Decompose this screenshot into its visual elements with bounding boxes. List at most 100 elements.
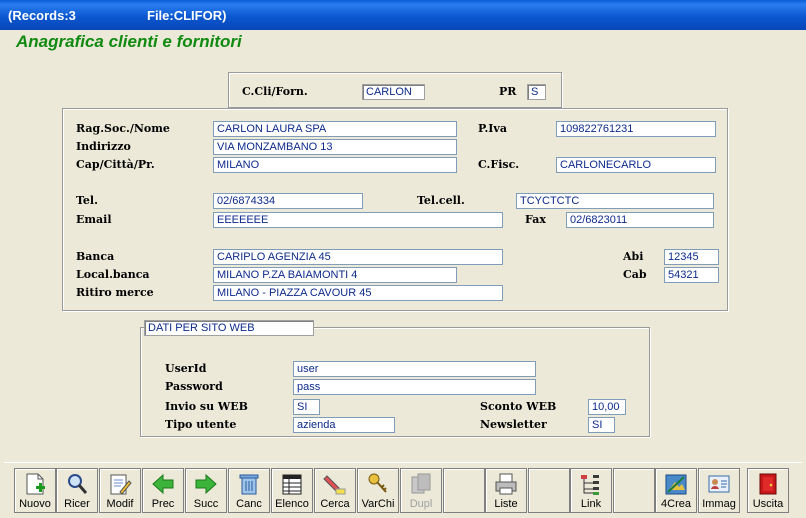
form-area: Anagrafica clienti e fornitori C.Cli/For…	[4, 30, 802, 462]
immag-button[interactable]: Immag	[698, 468, 740, 513]
immag-label: Immag	[702, 498, 736, 510]
arrow-left-icon	[152, 473, 174, 495]
uscita-label: Uscita	[752, 498, 784, 510]
cab-label: Cab	[623, 268, 647, 281]
file-name: File:CLIFOR)	[147, 8, 227, 23]
pr-field[interactable]: S	[527, 84, 546, 100]
invio-field[interactable]: SI	[293, 399, 320, 415]
modif-label: Modif	[106, 498, 134, 510]
highlighter-icon	[323, 475, 346, 495]
userid-label: UserId	[165, 362, 207, 375]
duplicate-icon	[411, 473, 431, 494]
telcell-field[interactable]: TCYCTCTC	[516, 193, 714, 209]
indirizzo-field[interactable]: VIA MONZAMBANO 13	[213, 139, 457, 155]
tel-label: Tel.	[76, 194, 98, 207]
banca-label: Banca	[76, 250, 115, 263]
ricer-button[interactable]: Ricer	[56, 468, 98, 513]
sconto-label: Sconto WEB	[480, 400, 557, 413]
id-card-icon	[708, 475, 730, 493]
link-tree-icon	[581, 475, 599, 495]
elenco-label: Elenco	[275, 498, 309, 510]
password-field[interactable]: pass	[293, 379, 536, 395]
ragsoc-field[interactable]: CARLON LAURA SPA	[213, 121, 457, 137]
canc-label: Canc	[236, 498, 262, 510]
telcell-label: Tel.cell.	[417, 194, 465, 207]
dupl-button[interactable]: Dupl	[400, 468, 442, 513]
trash-icon	[239, 474, 259, 495]
uscita-button[interactable]: Uscita	[747, 468, 789, 513]
empty-slot-3	[613, 468, 655, 513]
ricer-label: Ricer	[64, 498, 90, 510]
cerca-button[interactable]: Cerca	[314, 468, 356, 513]
link-button[interactable]: Link	[570, 468, 612, 513]
liste-label: Liste	[494, 498, 518, 510]
ritiro-label: Ritiro merce	[76, 286, 154, 299]
newsletter-label: Newsletter	[480, 418, 547, 431]
abi-field[interactable]: 12345	[664, 249, 719, 265]
web-group: UserId user Password pass Invio su WEB S…	[140, 327, 650, 437]
code-label: C.Cli/Forn.	[242, 85, 308, 98]
piva-field[interactable]: 109822761231	[556, 121, 716, 137]
anagrafica-group: Rag.Soc./Nome CARLON LAURA SPA P.Iva 109…	[62, 108, 728, 311]
cfisc-field[interactable]: CARLONECARLO	[556, 157, 716, 173]
succ-button[interactable]: Succ	[185, 468, 227, 513]
email-field[interactable]: EEEEEEE	[213, 212, 503, 228]
page-title: Anagrafica clienti e fornitori	[16, 32, 242, 51]
email-label: Email	[76, 213, 112, 226]
crea-label: 4Crea	[661, 498, 691, 510]
piva-label: P.Iva	[478, 122, 507, 135]
newsletter-field[interactable]: SI	[588, 417, 615, 433]
cap-label: Cap/Città/Pr.	[76, 158, 155, 171]
tipo-field[interactable]: azienda	[293, 417, 395, 433]
cerca-label: Cerca	[320, 498, 350, 510]
dupl-label: Dupl	[409, 498, 433, 510]
indirizzo-label: Indirizzo	[76, 140, 131, 153]
keys-icon	[368, 473, 387, 493]
new-document-icon	[26, 473, 45, 495]
crea-button[interactable]: 4Crea	[655, 468, 697, 513]
cab-field[interactable]: 54321	[664, 267, 719, 283]
code-group: C.Cli/Forn. CARLON PR S	[228, 72, 562, 108]
localbanca-field[interactable]: MILANO P.ZA BAIAMONTI 4	[213, 267, 457, 283]
create-icon	[665, 474, 687, 495]
list-table-icon	[282, 474, 302, 495]
liste-button[interactable]: Liste	[485, 468, 527, 513]
cap-field[interactable]: MILANO	[213, 157, 457, 173]
invio-label: Invio su WEB	[165, 400, 248, 413]
printer-icon	[495, 473, 517, 495]
succ-label: Succ	[193, 498, 219, 510]
pr-label: PR	[499, 85, 517, 98]
password-label: Password	[165, 380, 223, 393]
prec-button[interactable]: Prec	[142, 468, 184, 513]
arrow-right-icon	[195, 473, 217, 495]
title-bar: (Records:3 File:CLIFOR)	[0, 0, 806, 30]
fax-label: Fax	[525, 213, 546, 226]
modif-button[interactable]: Modif	[99, 468, 141, 513]
edit-document-icon	[110, 474, 132, 495]
code-field[interactable]: CARLON	[362, 84, 425, 100]
elenco-button[interactable]: Elenco	[271, 468, 313, 513]
userid-field[interactable]: user	[293, 361, 536, 377]
varchi-label: VarChi	[361, 498, 395, 510]
magnifier-icon	[68, 474, 88, 494]
empty-slot-1	[443, 468, 485, 513]
localbanca-label: Local.banca	[76, 268, 150, 281]
nuovo-button[interactable]: Nuovo	[14, 468, 56, 513]
varchi-button[interactable]: VarChi	[357, 468, 399, 513]
tipo-label: Tipo utente	[165, 418, 237, 431]
banca-field[interactable]: CARIPLO AGENZIA 45	[213, 249, 503, 265]
tel-field[interactable]: 02/6874334	[213, 193, 363, 209]
toolbar: Nuovo Ricer Modif Prec Succ Canc Elenco …	[4, 462, 802, 515]
empty-slot-2	[528, 468, 570, 513]
sconto-field[interactable]: 10,00	[588, 399, 626, 415]
prec-label: Prec	[151, 498, 175, 510]
canc-button[interactable]: Canc	[228, 468, 270, 513]
ritiro-field[interactable]: MILANO - PIAZZA CAVOUR 45	[213, 285, 503, 301]
web-group-caption: DATI PER SITO WEB	[144, 320, 314, 336]
link-label: Link	[580, 498, 602, 510]
ragsoc-label: Rag.Soc./Nome	[76, 122, 170, 135]
nuovo-label: Nuovo	[19, 498, 51, 510]
exit-door-icon	[759, 473, 777, 495]
records-count: (Records:3	[8, 8, 76, 23]
fax-field[interactable]: 02/6823011	[566, 212, 714, 228]
